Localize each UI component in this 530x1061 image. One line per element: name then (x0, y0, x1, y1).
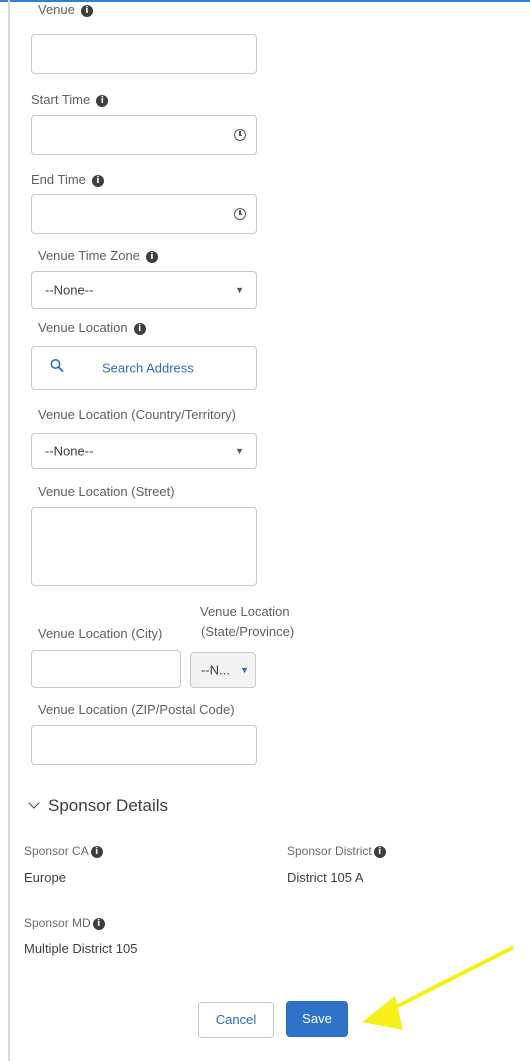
venue-time-zone-label: Venue Time Zone i (38, 248, 158, 263)
info-icon[interactable]: i (92, 917, 105, 930)
sponsor-district-value: District 105 A (287, 870, 364, 885)
end-time-input[interactable] (31, 194, 257, 234)
dropdown-caret-icon: ▼ (235, 285, 244, 295)
info-icon[interactable]: i (80, 4, 93, 17)
end-time-label: End Time i (31, 172, 104, 187)
info-icon[interactable]: i (373, 845, 386, 858)
info-icon[interactable]: i (96, 94, 109, 107)
cancel-button[interactable]: Cancel (198, 1002, 274, 1038)
search-icon (50, 359, 64, 378)
search-address-input[interactable]: Search Address (31, 346, 257, 390)
sponsor-district-label: Sponsor District i (287, 844, 386, 858)
clock-icon[interactable] (234, 208, 246, 220)
info-icon[interactable]: i (145, 250, 158, 263)
state-select[interactable]: --N... ▼ (190, 652, 256, 688)
venue-time-zone-select[interactable]: --None-- ▼ (31, 271, 257, 309)
country-value: --None-- (45, 443, 94, 459)
section-title: Sponsor Details (48, 796, 169, 815)
venue-location-label: Venue Location i (38, 320, 146, 335)
city-input[interactable] (31, 650, 181, 688)
dropdown-caret-icon: ▼ (240, 665, 249, 675)
venue-time-zone-value: --None-- (45, 282, 94, 298)
sponsor-ca-value: Europe (24, 870, 66, 885)
start-time-input[interactable] (31, 115, 257, 155)
start-time-label: Start Time i (31, 92, 109, 107)
info-icon[interactable]: i (133, 322, 146, 335)
save-button[interactable]: Save (286, 1001, 348, 1037)
zip-input[interactable] (31, 725, 257, 765)
clock-icon[interactable] (234, 129, 246, 141)
country-select[interactable]: --None-- ▼ (31, 433, 257, 469)
zip-label: Venue Location (ZIP/Postal Code) (38, 702, 235, 717)
info-icon[interactable]: i (90, 845, 103, 858)
sponsor-details-toggle[interactable]: Sponsor Details (28, 796, 169, 816)
search-address-placeholder: Search Address (102, 360, 194, 376)
state-value: --N... (201, 662, 230, 678)
sponsor-md-label: Sponsor MD i (24, 916, 105, 930)
chevron-down-icon (28, 797, 40, 809)
sponsor-md-value: Multiple District 105 (24, 941, 138, 956)
state-label-line2: (State/Province) (201, 624, 295, 639)
street-label: Venue Location (Street) (38, 484, 175, 499)
street-textarea[interactable] (31, 507, 257, 586)
country-label: Venue Location (Country/Territory) (38, 407, 236, 422)
state-label-line1: Venue Location (200, 604, 290, 619)
city-label: Venue Location (City) (38, 626, 163, 641)
dropdown-caret-icon: ▼ (235, 446, 244, 456)
left-border (8, 0, 10, 1061)
sponsor-ca-label: Sponsor CA i (24, 844, 103, 858)
venue-input[interactable] (31, 34, 257, 74)
info-icon[interactable]: i (91, 174, 104, 187)
venue-label: Venue i (38, 2, 93, 17)
